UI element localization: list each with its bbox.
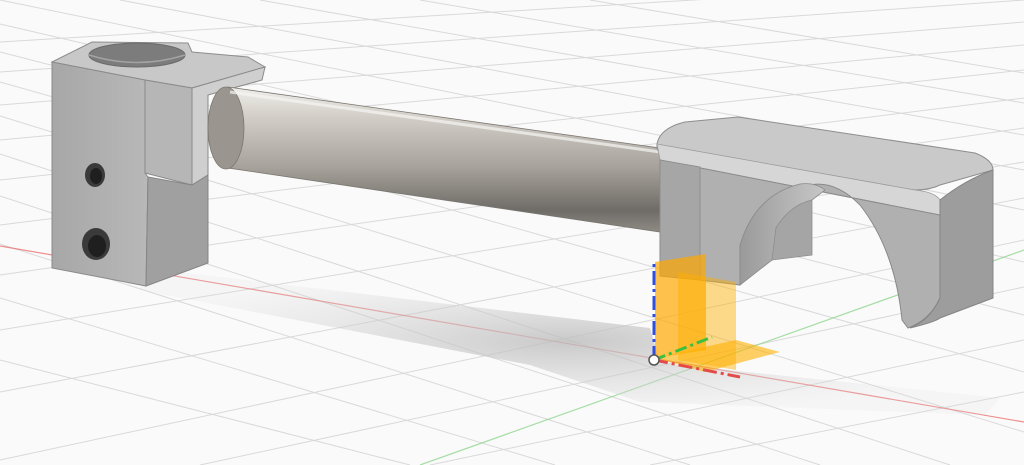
left-block-side-upper xyxy=(144,79,193,186)
rod-body xyxy=(227,86,661,233)
left-block-side-lower xyxy=(145,174,209,287)
origin-icon[interactable] xyxy=(648,354,660,366)
rod-end-cap xyxy=(207,86,245,170)
3d-scene[interactable] xyxy=(0,0,1024,465)
connecting-rod[interactable] xyxy=(207,86,661,233)
top-bore-hole xyxy=(88,42,186,68)
cad-viewport[interactable]: 3D CAD viewport xyxy=(0,0,1024,465)
